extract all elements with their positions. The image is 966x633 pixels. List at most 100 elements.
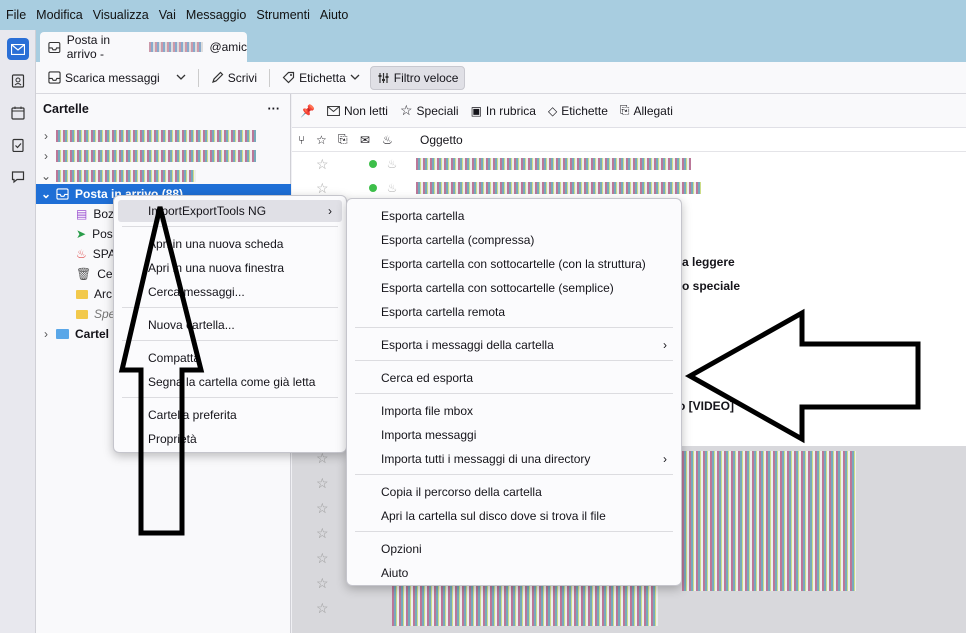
menuitem-copy-folder-path[interactable]: Copia il percorso della cartella xyxy=(351,481,677,503)
menuitem-favorite-folder[interactable]: Cartella preferita xyxy=(118,404,342,426)
account-row[interactable]: ⌄ xyxy=(36,166,291,186)
menuitem-export-folder-zip[interactable]: Esporta cartella (compressa) xyxy=(351,229,677,251)
filter-unread[interactable]: Non letti xyxy=(327,104,388,118)
menu-aiuto[interactable]: Aiuto xyxy=(320,8,349,22)
menu-separator xyxy=(122,307,338,308)
chevron-right-icon: › xyxy=(44,327,48,341)
toolbar-separator xyxy=(197,68,199,87)
menuitem-import-mbox[interactable]: Importa file mbox xyxy=(351,400,677,422)
pin-icon[interactable]: 📌 xyxy=(300,104,315,118)
junk-icon[interactable]: ♨ xyxy=(387,181,398,195)
menu-file[interactable]: File xyxy=(6,8,26,22)
filter-starred[interactable]: ☆ Speciali xyxy=(400,102,459,119)
table-row[interactable]: ☆ ♨ xyxy=(292,176,966,200)
chat-icon[interactable] xyxy=(7,166,29,188)
menuitem-compact[interactable]: Compatta xyxy=(118,347,342,369)
redacted-account xyxy=(56,130,256,142)
tab-bar: Posta in arrivo - @amic xyxy=(36,30,966,62)
table-row[interactable]: ☆ ♨ xyxy=(292,152,966,176)
filter-contacts[interactable]: ▣ In rubrica xyxy=(471,104,536,118)
star-icon[interactable]: ☆ xyxy=(316,156,329,173)
menuitem-help[interactable]: Aiuto xyxy=(351,562,677,584)
redacted-subjects-block xyxy=(682,451,856,591)
envelope-icon xyxy=(327,105,340,116)
tag-button[interactable]: Etichetta xyxy=(276,66,366,90)
unread-dot[interactable] xyxy=(368,160,377,168)
get-messages-icon xyxy=(48,71,61,84)
contact-icon: ▣ xyxy=(470,103,482,118)
read-column-icon[interactable]: ✉ xyxy=(360,133,382,147)
menu-strumenti[interactable]: Strumenti xyxy=(256,8,310,22)
menu-visualizza[interactable]: Visualizza xyxy=(93,8,149,22)
folder-pane-more-button[interactable]: ··· xyxy=(268,102,281,116)
quick-filter-button[interactable]: Filtro veloce xyxy=(369,65,466,90)
menuitem-import-messages[interactable]: Importa messaggi xyxy=(351,424,677,446)
star-column-icons: ☆ ☆ ☆ ☆ ☆ ☆ ☆ xyxy=(316,450,329,616)
importexport-submenu: Esporta cartella Esporta cartella (compr… xyxy=(346,198,682,586)
chevron-right-icon: › xyxy=(44,129,48,143)
folder-icon xyxy=(76,309,88,319)
junk-icon[interactable]: ♨ xyxy=(387,157,398,171)
menuitem-export-with-subfolders-simple[interactable]: Esporta cartella con sottocartelle (semp… xyxy=(351,277,677,299)
address-book-icon[interactable] xyxy=(7,70,29,92)
attachment-column-icon[interactable]: ⎘ xyxy=(338,132,360,147)
unread-dot[interactable] xyxy=(368,184,377,192)
submenu-arrow-icon: › xyxy=(663,452,667,466)
menuitem-properties[interactable]: Proprietà xyxy=(118,428,342,450)
account-row[interactable]: › xyxy=(36,126,291,146)
chevron-right-icon: › xyxy=(44,149,48,163)
tag-icon: ◇ xyxy=(547,103,558,118)
menu-separator xyxy=(355,474,673,475)
menu-messaggio[interactable]: Messaggio xyxy=(186,8,246,22)
thread-column-icon[interactable]: ⑂ xyxy=(298,133,316,147)
menuitem-open-folder-on-disk[interactable]: Apri la cartella sul disco dove si trova… xyxy=(351,505,677,527)
menuitem-search-messages[interactable]: Cerca messaggi... xyxy=(118,281,342,303)
tab-title: Posta in arrivo - xyxy=(66,33,111,61)
account-row[interactable]: › xyxy=(36,146,291,166)
star-icon: ☆ xyxy=(399,102,413,118)
inbox-icon xyxy=(48,41,61,53)
menuitem-importexporttools[interactable]: ImportExportTools NG › xyxy=(118,200,342,222)
menuitem-open-new-window[interactable]: Apri in una nuova finestra xyxy=(118,257,342,279)
redacted-subjects-block xyxy=(392,586,658,626)
tab-inbox[interactable]: Posta in arrivo - @amic xyxy=(40,32,247,62)
get-messages-button[interactable]: Scarica messaggi xyxy=(42,66,166,90)
subject-column-header[interactable]: Oggetto xyxy=(420,133,463,147)
subject-fragment: o speciale xyxy=(682,279,741,293)
filter-tags[interactable]: ◇ Etichette xyxy=(548,104,608,118)
chevron-down-icon xyxy=(176,74,186,80)
folder-icon xyxy=(76,289,88,299)
trash-icon: 🗑 xyxy=(76,267,92,281)
subject-fragment: o [VIDEO] xyxy=(678,399,734,413)
menuitem-new-folder[interactable]: Nuova cartella... xyxy=(118,314,342,336)
menuitem-open-new-tab[interactable]: Apri in una nuova scheda xyxy=(118,233,342,255)
write-button[interactable]: Scrivi xyxy=(205,66,263,90)
mail-space-icon[interactable] xyxy=(7,38,29,60)
folder-pane-title: Cartelle xyxy=(43,102,89,116)
star-column-icon[interactable]: ☆ xyxy=(316,133,338,147)
menuitem-export-folder-messages[interactable]: Esporta i messaggi della cartella › xyxy=(351,334,677,356)
menu-vai[interactable]: Vai xyxy=(159,8,176,22)
redacted-account xyxy=(56,150,256,162)
redacted-subject xyxy=(416,182,701,194)
tasks-icon[interactable] xyxy=(7,134,29,156)
menu-modifica[interactable]: Modifica xyxy=(36,8,83,22)
submenu-arrow-icon: › xyxy=(328,204,332,218)
redacted-email xyxy=(148,42,204,52)
calendar-icon[interactable] xyxy=(7,102,29,124)
subject-fragment: a leggere xyxy=(682,255,735,269)
message-list-header: ⑂ ☆ ⎘ ✉ ♨ Oggetto xyxy=(292,128,966,152)
star-icon[interactable]: ☆ xyxy=(316,180,329,197)
get-messages-dropdown[interactable] xyxy=(170,66,192,90)
menuitem-mark-folder-read[interactable]: Segna la cartella come già letta xyxy=(118,371,342,393)
folder-icon xyxy=(56,329,69,339)
menuitem-export-remote-folder[interactable]: Esporta cartella remota xyxy=(351,301,677,323)
menuitem-export-with-subfolders-structure[interactable]: Esporta cartella con sottocartelle (con … xyxy=(351,253,677,275)
menuitem-export-folder[interactable]: Esporta cartella xyxy=(351,205,677,227)
menuitem-import-directory[interactable]: Importa tutti i messaggi di una director… xyxy=(351,448,677,470)
junk-column-icon[interactable]: ♨ xyxy=(382,133,420,147)
spam-icon: ♨ xyxy=(76,247,87,261)
filter-attachments[interactable]: ⎘ Allegati xyxy=(620,103,673,118)
menuitem-search-and-export[interactable]: Cerca ed esporta xyxy=(351,367,677,389)
menuitem-options[interactable]: Opzioni xyxy=(351,538,677,560)
